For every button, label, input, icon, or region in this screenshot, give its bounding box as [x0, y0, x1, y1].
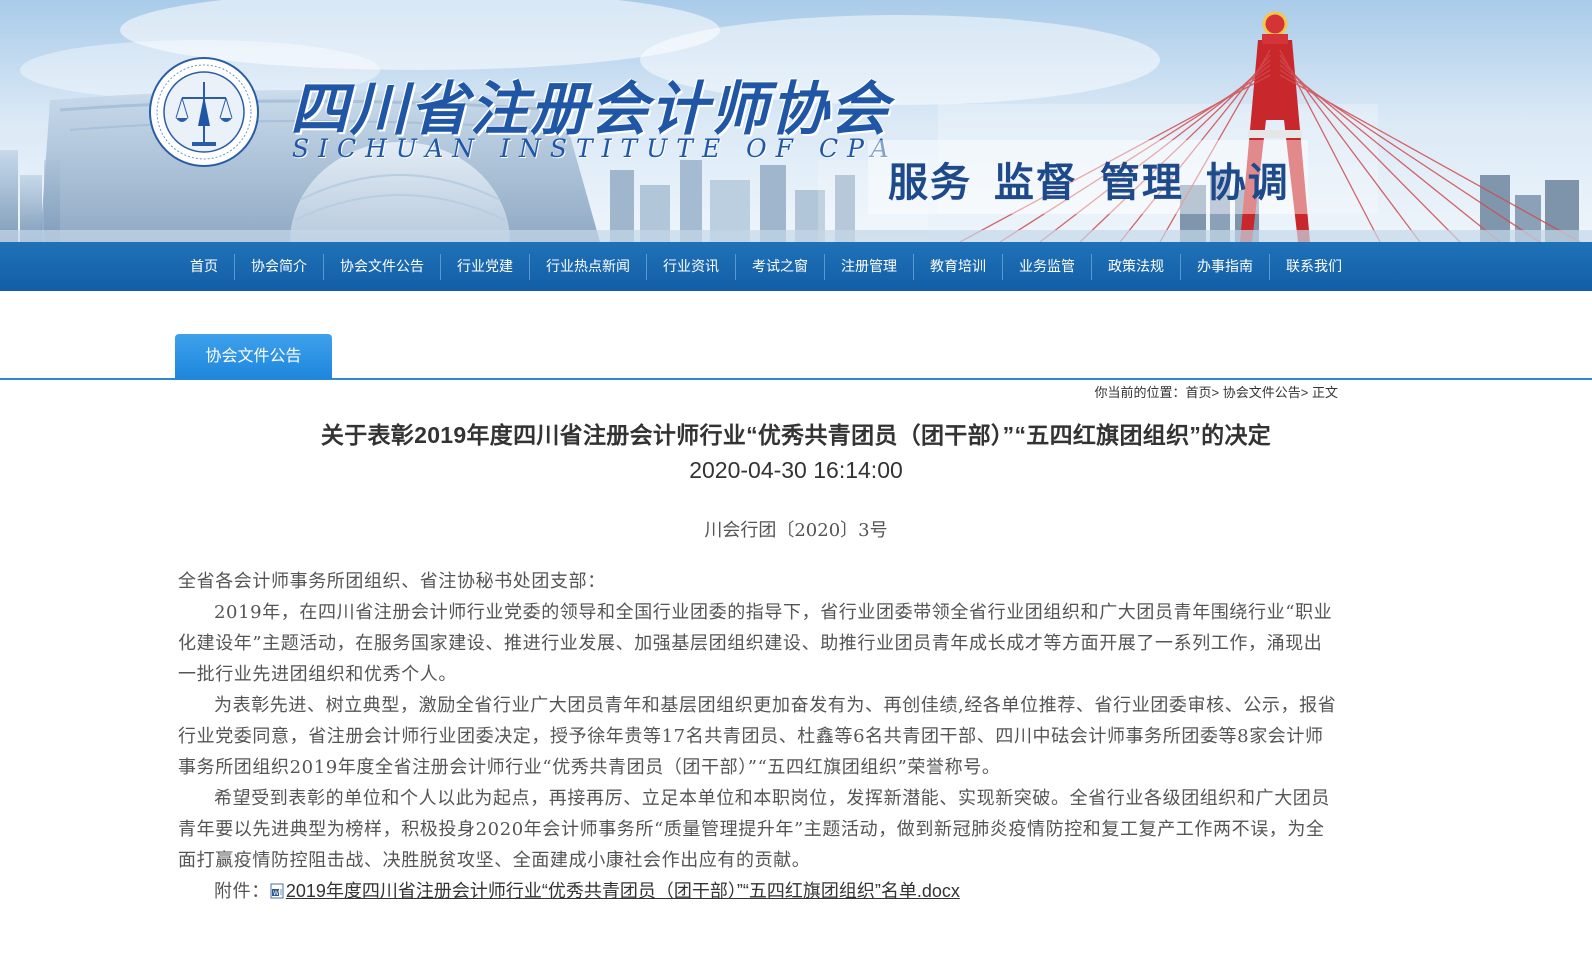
nav-item-training[interactable]: 教育培训	[914, 242, 1002, 291]
attachment-link[interactable]: 2019年度四川省注册会计师行业“优秀共青团员（团干部）”“五四红旗团组织”名单…	[286, 881, 960, 901]
breadcrumb: 你当前的位置：首页> 协会文件公告> 正文	[1095, 382, 1339, 401]
nav-link[interactable]: 首页	[174, 242, 234, 291]
nav-link[interactable]: 注册管理	[825, 242, 913, 291]
nav-link[interactable]: 联系我们	[1270, 242, 1358, 291]
nav-item-exams[interactable]: 考试之窗	[736, 242, 824, 291]
site-subtitle: SICHUAN INSTITUTE OF CPA	[292, 134, 898, 163]
header-banner: 四川省注册会计师协会 SICHUAN INSTITUTE OF CPA 服务 监…	[0, 0, 1592, 242]
nav-link[interactable]: 考试之窗	[736, 242, 824, 291]
svg-text:W: W	[273, 890, 280, 897]
section-tab[interactable]: 协会文件公告	[175, 334, 332, 379]
article-paragraph: 2019年，在四川省注册会计师行业党委的领导和全国行业团委的指导下，省行业团委带…	[178, 602, 1333, 685]
nav-item-announcements[interactable]: 协会文件公告	[324, 242, 440, 291]
nav-link[interactable]: 行业资讯	[647, 242, 735, 291]
nav-link[interactable]: 协会简介	[235, 242, 323, 291]
document-number: 川会行团〔2020〕3号	[704, 520, 888, 541]
nav-item-hot-news[interactable]: 行业热点新闻	[530, 242, 646, 291]
nav-item-policy[interactable]: 政策法规	[1092, 242, 1180, 291]
attachment-line: 附件： W 2019年度四川省注册会计师行业“优秀共青团员（团干部）”“五四红旗团组…	[178, 876, 1338, 907]
nav-link[interactable]: 行业党建	[441, 242, 529, 291]
nav-item-industry-info[interactable]: 行业资讯	[647, 242, 735, 291]
nav-item-contact[interactable]: 联系我们	[1270, 242, 1358, 291]
article-body: 全省各会计师事务所团组织、省注协秘书处团支部： 2019年，在四川省注册会计师行…	[178, 566, 1338, 907]
article-salutation: 全省各会计师事务所团组织、省注协秘书处团支部：	[178, 571, 606, 592]
nav-link[interactable]: 教育培训	[914, 242, 1002, 291]
nav-item-supervision[interactable]: 业务监管	[1003, 242, 1091, 291]
article-date: 2020-04-30 16:14:00	[689, 457, 903, 483]
institute-emblem-icon	[149, 57, 259, 167]
site-slogan: 服务 监督 管理 协调	[888, 159, 1290, 206]
article-title: 关于表彰2019年度四川省注册会计师行业“优秀共青团员（团干部）”“五四红旗团组…	[320, 422, 1272, 448]
breadcrumb-current: 正文	[1311, 385, 1338, 400]
nav-link[interactable]: 业务监管	[1003, 242, 1091, 291]
breadcrumb-home[interactable]: 首页	[1186, 385, 1212, 400]
nav-link[interactable]: 协会文件公告	[324, 242, 440, 291]
breadcrumb-section[interactable]: 协会文件公告	[1223, 385, 1301, 400]
article-paragraph: 希望受到表彰的单位和个人以此为起点，再接再厉、立足本单位和本职岗位，发挥新潜能、…	[178, 788, 1330, 871]
nav-link[interactable]: 办事指南	[1181, 242, 1269, 291]
nav-item-guide[interactable]: 办事指南	[1181, 242, 1269, 291]
attachment-label: 附件：	[214, 881, 270, 902]
word-document-icon: W	[270, 883, 284, 899]
nav-item-party-building[interactable]: 行业党建	[441, 242, 529, 291]
breadcrumb-separator: >	[1211, 385, 1223, 400]
breadcrumb-prefix: 你当前的位置：	[1094, 385, 1186, 400]
nav-link[interactable]: 政策法规	[1092, 242, 1180, 291]
breadcrumb-separator: >	[1300, 385, 1312, 400]
main-nav: 首页 协会简介 协会文件公告 行业党建 行业热点新闻 行业资讯 考试之窗 注册管…	[0, 242, 1592, 291]
nav-item-registration[interactable]: 注册管理	[825, 242, 913, 291]
article-paragraph: 为表彰先进、树立典型，激励全省行业广大团员青年和基层团组织更加奋发有为、再创佳绩…	[178, 695, 1337, 778]
nav-item-about[interactable]: 协会简介	[235, 242, 323, 291]
nav-link[interactable]: 行业热点新闻	[530, 242, 646, 291]
nav-list: 首页 协会简介 协会文件公告 行业党建 行业热点新闻 行业资讯 考试之窗 注册管…	[174, 242, 1358, 291]
nav-item-home[interactable]: 首页	[174, 242, 234, 291]
